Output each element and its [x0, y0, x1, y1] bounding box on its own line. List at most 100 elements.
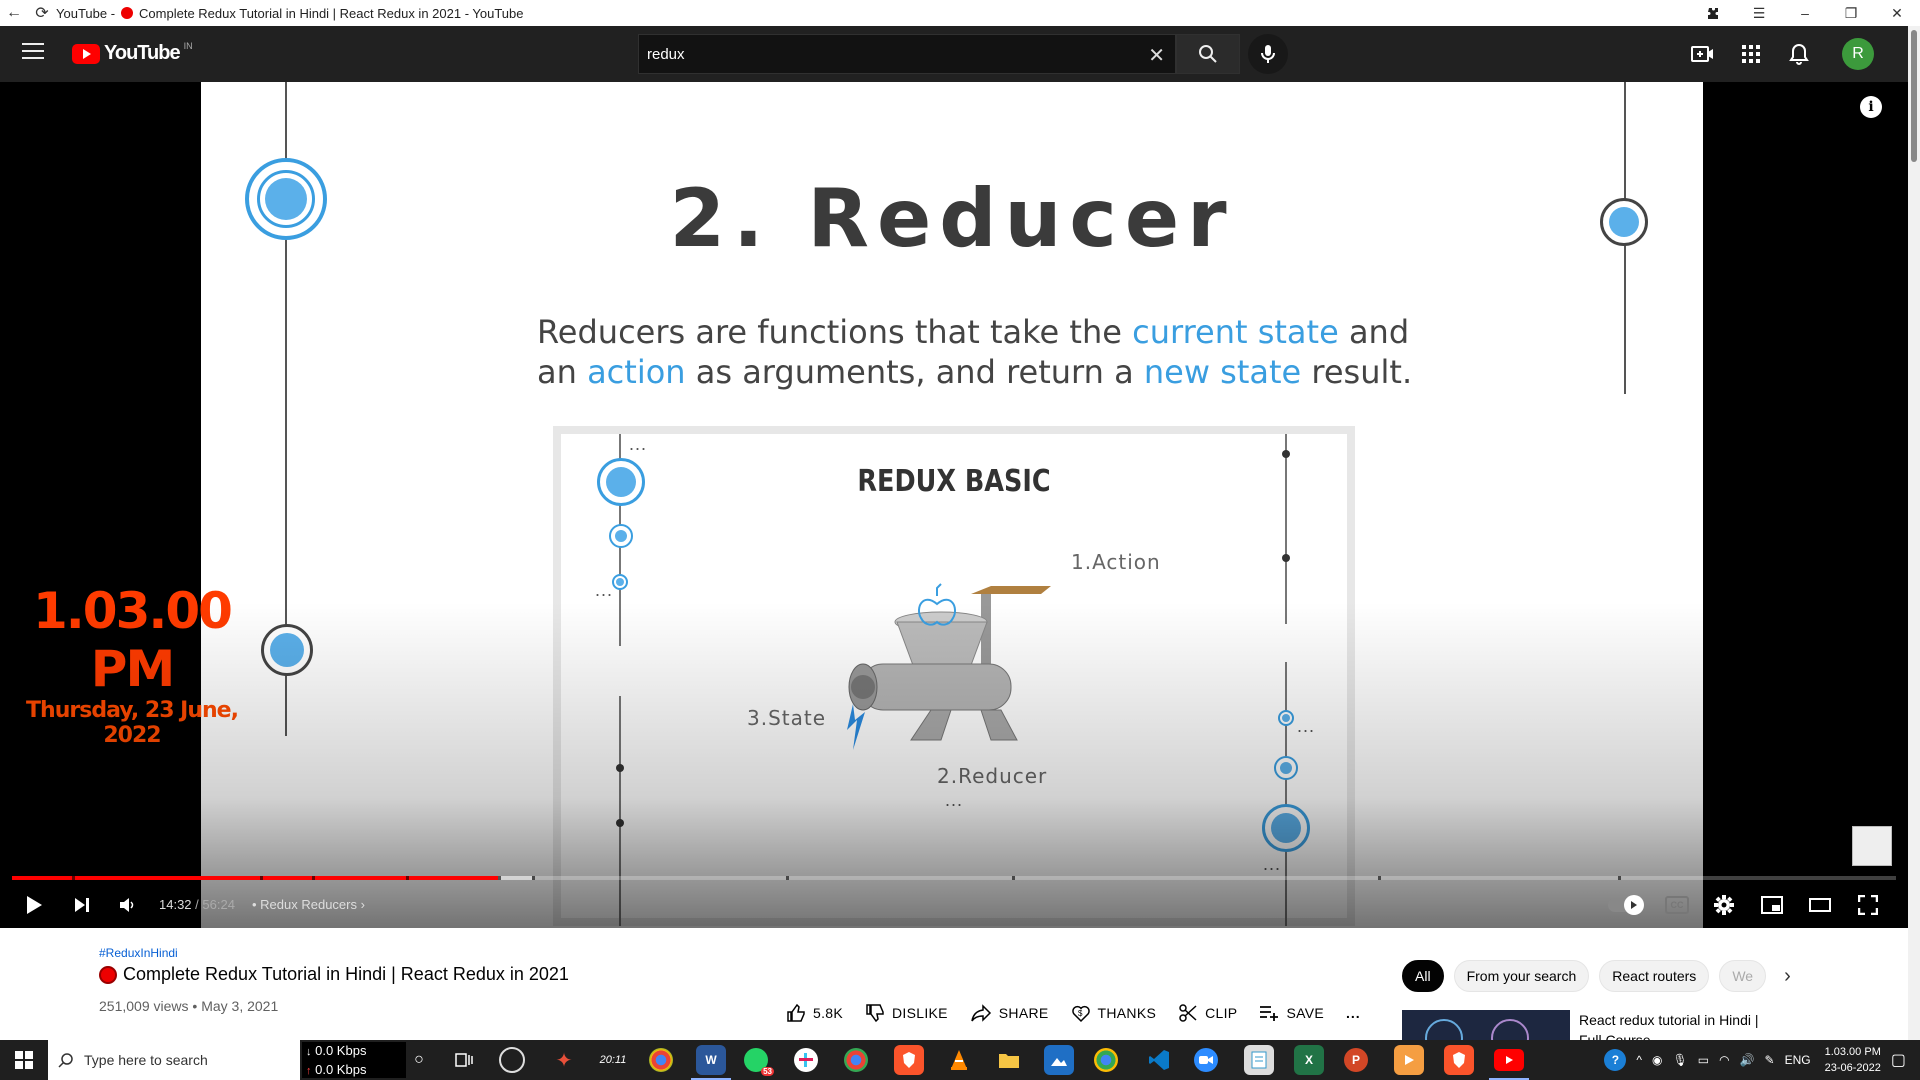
volume-tray-icon[interactable]: 🔊 — [1740, 1053, 1755, 1067]
chip-react-routers[interactable]: React routers — [1599, 960, 1710, 992]
whatsapp-icon[interactable]: 53 — [744, 1048, 774, 1076]
close-window-button[interactable]: ✕ — [1874, 0, 1920, 26]
chip-we[interactable]: We — [1719, 960, 1767, 992]
progress-bar[interactable] — [12, 876, 1896, 880]
obs-icon[interactable] — [499, 1047, 525, 1073]
powerpoint-icon[interactable]: P — [1344, 1048, 1368, 1072]
chevron-up-icon[interactable]: ^ — [1636, 1053, 1642, 1067]
extensions-icon[interactable] — [1690, 0, 1736, 26]
info-icon[interactable]: i — [1860, 96, 1882, 118]
back-arrow-icon[interactable]: ← — [0, 0, 28, 26]
settings-button[interactable] — [1709, 890, 1739, 920]
clip-button[interactable]: CLIP — [1178, 1003, 1237, 1023]
language-indicator[interactable]: ENG — [1785, 1053, 1811, 1067]
subtitles-button[interactable]: CC — [1665, 896, 1689, 914]
vlc-icon[interactable] — [944, 1045, 974, 1075]
zoom-icon[interactable] — [1194, 1048, 1218, 1072]
search-input[interactable]: redux ✕ — [638, 34, 1176, 74]
dislike-label: DISLIKE — [892, 1005, 948, 1021]
video-frame: 2. Reducer Reducers are functions that t… — [201, 82, 1703, 928]
cortana-icon[interactable]: ○ — [404, 1045, 434, 1075]
autoplay-toggle[interactable] — [1608, 895, 1644, 915]
more-actions-button[interactable]: ... — [1346, 1005, 1361, 1021]
chevron-right-icon[interactable]: › — [1784, 965, 1791, 988]
reload-icon[interactable]: ⟳ — [28, 0, 56, 26]
current-time: 14:32 — [159, 897, 192, 912]
create-video-icon[interactable] — [1691, 42, 1715, 66]
next-button[interactable] — [67, 890, 97, 920]
redux-diagram: REDUX BASIC ... ... ... ... 1.Action 3.S… — [553, 426, 1355, 926]
restore-button[interactable]: ❐ — [1828, 0, 1874, 26]
play-button[interactable] — [19, 890, 49, 920]
brave-alt-icon[interactable] — [1444, 1045, 1474, 1075]
more-icon: ... — [1345, 1005, 1361, 1021]
decor-line — [1285, 434, 1287, 624]
scrollbar-thumb[interactable] — [1911, 30, 1917, 162]
minimize-button[interactable]: – — [1782, 0, 1828, 26]
save-button[interactable]: SAVE — [1259, 1004, 1324, 1022]
share-button[interactable]: SHARE — [970, 1004, 1049, 1022]
pen-icon[interactable]: ✎ — [1765, 1053, 1775, 1067]
channel-watermark[interactable] — [1852, 826, 1892, 866]
taskbar-clock[interactable]: 1.03.00 PM 23-06-2022 — [1825, 1044, 1881, 1076]
like-count: 5.8K — [813, 1005, 843, 1021]
taskbar-search-placeholder: Type here to search — [84, 1052, 208, 1068]
autoplay-knob — [1624, 895, 1644, 915]
page-scrollbar[interactable] — [1908, 26, 1920, 1042]
window-title-text: Complete Redux Tutorial in Hindi | React… — [139, 5, 524, 21]
pin-app-icon[interactable]: ✦ — [549, 1045, 579, 1075]
video-meta: 251,009 views • May 3, 2021 — [99, 998, 278, 1014]
word-icon[interactable]: W — [696, 1045, 726, 1075]
voice-search-button[interactable] — [1248, 34, 1288, 74]
help-icon[interactable]: ? — [1604, 1049, 1627, 1071]
brave-icon[interactable] — [894, 1045, 924, 1075]
slack-icon[interactable] — [794, 1048, 818, 1072]
excel-icon[interactable]: X — [1294, 1045, 1324, 1075]
photos-icon[interactable] — [1044, 1045, 1074, 1075]
media-app-icon[interactable] — [1394, 1045, 1424, 1075]
clock-app-icon[interactable]: 20:11 — [594, 1045, 632, 1075]
chrome-alt-icon[interactable] — [1094, 1048, 1118, 1072]
vscode-icon[interactable] — [1144, 1045, 1174, 1075]
chrome-profile-icon[interactable] — [844, 1048, 868, 1072]
view-count: 251,009 views — [99, 998, 189, 1014]
guide-menu-icon[interactable] — [22, 43, 44, 59]
chip-from-your-search[interactable]: From your search — [1453, 960, 1590, 992]
chip-all[interactable]: All — [1402, 960, 1444, 992]
video-player[interactable]: 2. Reducer Reducers are functions that t… — [0, 82, 1908, 928]
record-icon[interactable]: ◉ — [1652, 1053, 1662, 1067]
slide-highlight: action — [587, 353, 686, 391]
youtube-app-icon[interactable] — [1494, 1049, 1524, 1071]
hashtag-link[interactable]: #ReduxInHindi — [99, 946, 178, 960]
miniplayer-button[interactable] — [1757, 890, 1787, 920]
mute-button[interactable] — [112, 890, 142, 920]
like-button[interactable]: 5.8K — [786, 1003, 843, 1023]
fullscreen-button[interactable] — [1853, 890, 1883, 920]
notifications-bell-icon[interactable] — [1787, 42, 1811, 66]
youtube-logo[interactable]: YouTube IN — [72, 41, 193, 65]
clear-search-icon[interactable]: ✕ — [1148, 43, 1165, 68]
apps-grid-icon[interactable] — [1739, 42, 1763, 66]
search-button[interactable] — [1176, 34, 1240, 74]
chapter-marker — [786, 876, 789, 880]
menu-icon[interactable]: ☰ — [1736, 0, 1782, 26]
start-button[interactable] — [0, 1040, 48, 1080]
account-avatar[interactable]: R — [1842, 38, 1874, 70]
microphone-tray-icon[interactable]: 🎙 — [1673, 1053, 1688, 1067]
skip-next-icon — [75, 898, 89, 912]
battery-icon[interactable]: ▭ — [1698, 1053, 1709, 1067]
gear-icon — [1714, 895, 1734, 915]
notification-center-icon[interactable]: ▢ — [1891, 1050, 1906, 1070]
decor-ring — [1262, 804, 1310, 852]
chrome-icon[interactable] — [649, 1048, 673, 1072]
taskbar-search-input[interactable]: Type here to search — [48, 1040, 300, 1080]
task-view-icon[interactable] — [449, 1045, 479, 1075]
file-explorer-icon[interactable] — [994, 1045, 1024, 1075]
thanks-button[interactable]: $ THANKS — [1071, 1003, 1157, 1023]
recommended-thumbnail[interactable] — [1402, 1010, 1570, 1040]
wifi-icon[interactable]: ◠ — [1719, 1053, 1729, 1067]
theater-mode-button[interactable] — [1805, 890, 1835, 920]
dislike-button[interactable]: DISLIKE — [865, 1003, 948, 1023]
chapter-button[interactable]: • Redux Reducers › — [252, 897, 365, 912]
notepad-icon[interactable] — [1244, 1045, 1274, 1075]
